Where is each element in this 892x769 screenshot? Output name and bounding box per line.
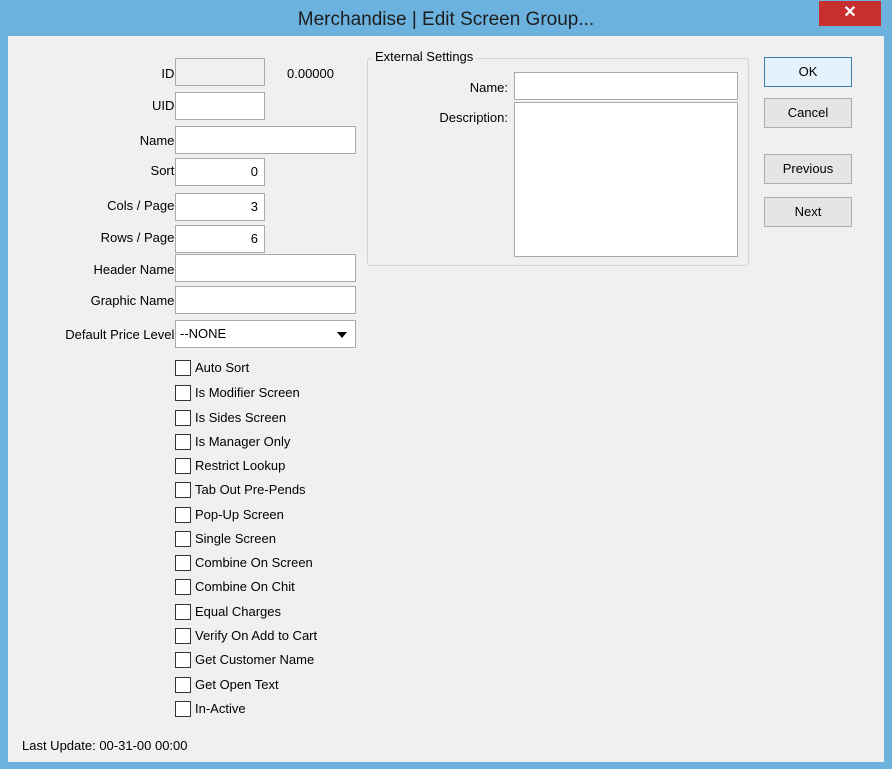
cols-per-page-label: Cols / Page: <box>107 198 178 213</box>
close-button[interactable]: ✕ <box>819 1 881 26</box>
checkbox-box[interactable] <box>175 410 191 426</box>
dialog-body: ID: 0.00000 UID: Name: Sort: 0 Cols / Pa… <box>8 36 884 762</box>
cols-per-page-field[interactable]: 3 <box>175 193 265 221</box>
dropdown-arrow-icon <box>337 332 347 338</box>
checkbox-box[interactable] <box>175 604 191 620</box>
external-name-label: Name: <box>469 80 508 95</box>
checkbox-box[interactable] <box>175 677 191 693</box>
checkbox-label: Is Sides Screen <box>195 410 287 425</box>
checkbox-label: Single Screen <box>195 531 276 546</box>
external-description-field[interactable] <box>514 102 738 257</box>
checkbox-box[interactable] <box>175 458 191 474</box>
checkbox-box[interactable] <box>175 652 191 668</box>
checkbox-label: Verify On Add to Cart <box>195 628 318 643</box>
header-name-field[interactable] <box>175 254 356 282</box>
checkbox-label: Get Open Text <box>195 677 279 692</box>
checkbox-box[interactable] <box>175 360 191 376</box>
default-price-level-select[interactable]: --NONE <box>175 320 356 348</box>
checkbox-box[interactable] <box>175 507 191 523</box>
checkbox-label: In-Active <box>195 701 246 716</box>
checkbox-box[interactable] <box>175 628 191 644</box>
graphic-name-label: Graphic Name: <box>90 293 178 308</box>
header-name-label: Header Name: <box>93 262 178 277</box>
uid-field[interactable] <box>175 92 265 120</box>
checkbox-label: Equal Charges <box>195 604 281 619</box>
dialog-window: Merchandise | Edit Screen Group... ✕ ID:… <box>0 0 892 769</box>
checkbox-box[interactable] <box>175 579 191 595</box>
title-bar[interactable]: Merchandise | Edit Screen Group... ✕ <box>0 0 892 36</box>
checkbox-label: Is Modifier Screen <box>195 385 300 400</box>
close-icon: ✕ <box>843 4 857 21</box>
uid-label: UID: <box>152 98 178 113</box>
last-update-status: Last Update: 00-31-00 00:00 <box>22 738 188 753</box>
checkbox-label: Get Customer Name <box>195 652 315 667</box>
default-price-level-value: --NONE <box>180 326 227 341</box>
checkbox-box[interactable] <box>175 482 191 498</box>
id-label: ID: <box>161 66 178 81</box>
checkbox-label: Pop-Up Screen <box>195 507 284 522</box>
checkbox-box[interactable] <box>175 555 191 571</box>
id-value-display: 0.00000 <box>287 66 334 81</box>
sort-field[interactable]: 0 <box>175 158 265 186</box>
checkbox-box[interactable] <box>175 385 191 401</box>
ok-button[interactable]: OK <box>764 57 852 87</box>
name-field[interactable] <box>175 126 356 154</box>
default-price-level-label: Default Price Level: <box>65 327 178 342</box>
checkbox-label: Combine On Chit <box>195 579 295 594</box>
external-description-label: Description: <box>439 110 508 125</box>
cancel-button[interactable]: Cancel <box>764 98 852 128</box>
checkbox-box[interactable] <box>175 531 191 547</box>
checkbox-label: Tab Out Pre-Pends <box>195 482 306 497</box>
checkbox-label: Restrict Lookup <box>195 458 286 473</box>
graphic-name-field[interactable] <box>175 286 356 314</box>
external-name-field[interactable] <box>514 72 738 100</box>
checkbox-label: Auto Sort <box>195 360 250 375</box>
name-label: Name: <box>139 133 178 148</box>
previous-button[interactable]: Previous <box>764 154 852 184</box>
external-settings-title: External Settings <box>372 49 477 64</box>
id-field <box>175 58 265 86</box>
window-title: Merchandise | Edit Screen Group... <box>297 9 595 30</box>
checkbox-box[interactable] <box>175 701 191 717</box>
sort-label: Sort: <box>150 163 178 178</box>
next-button[interactable]: Next <box>764 197 852 227</box>
checkbox-label: Is Manager Only <box>195 434 291 449</box>
checkbox-box[interactable] <box>175 434 191 450</box>
rows-per-page-field[interactable]: 6 <box>175 225 265 253</box>
checkbox-label: Combine On Screen <box>195 555 313 570</box>
rows-per-page-label: Rows / Page: <box>100 230 178 245</box>
